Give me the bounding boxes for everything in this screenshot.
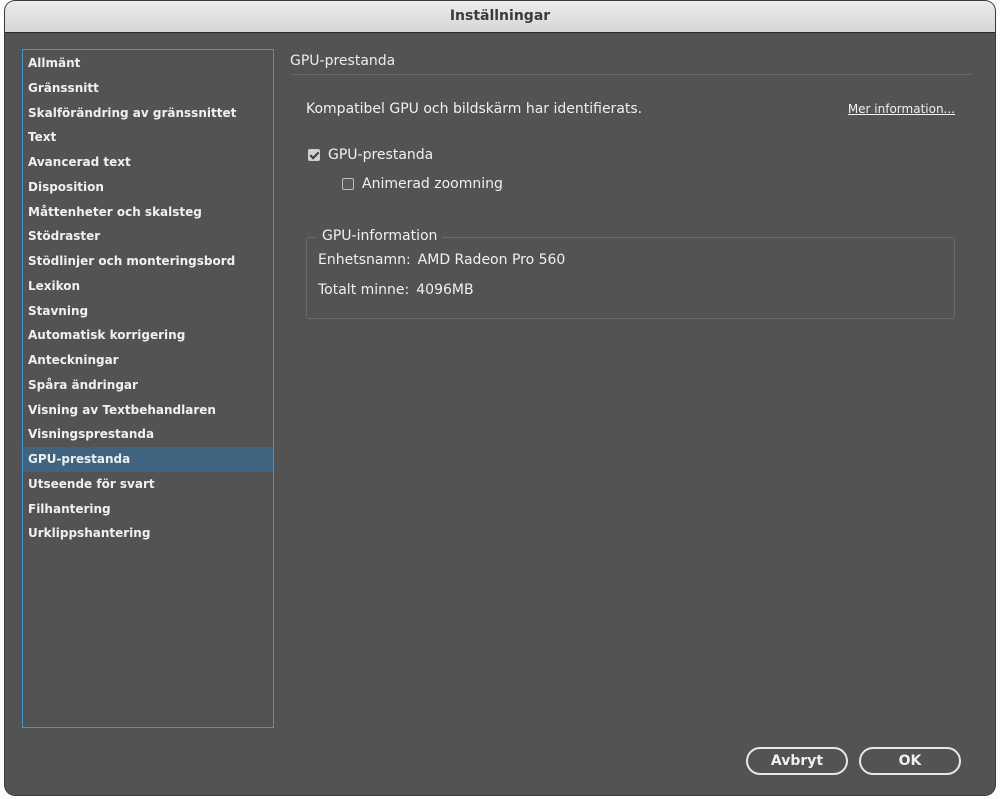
sidebar-item[interactable]: Gränssnitt [23,76,273,101]
sidebar-item[interactable]: Måttenheter och skalsteg [23,200,273,225]
sidebar-item[interactable]: Avancerad text [23,150,273,175]
animated-zoom-label[interactable]: Animerad zoomning [362,176,503,192]
device-name-value: AMD Radeon Pro 560 [417,252,566,268]
category-list[interactable]: Allmänt Gränssnitt Skalförändring av gräns… [22,49,274,728]
more-information-link[interactable]: Mer information... [848,102,955,116]
sidebar-item[interactable]: GPU-prestanda [23,447,273,472]
cancel-button[interactable]: Avbryt [746,747,848,775]
sidebar-item[interactable]: Utseende för svart [23,472,273,497]
sidebar-item[interactable]: Allmänt [23,51,273,76]
sidebar-item[interactable]: Urklippshantering [23,521,273,546]
gpu-information-legend: GPU-information [317,228,443,244]
sidebar-item[interactable]: Stödlinjer och monteringsbord [23,249,273,274]
sidebar-item[interactable]: Automatisk korrigering [23,323,273,348]
animated-zoom-checkbox[interactable] [342,178,354,190]
total-memory-value: 4096MB [416,282,474,298]
gpu-performance-label[interactable]: GPU-prestanda [328,147,433,163]
preferences-dialog: Inställningar Allmänt Gränssnitt Skalförän… [5,1,995,795]
sidebar-item[interactable]: Lexikon [23,274,273,299]
sidebar-item[interactable]: Disposition [23,175,273,200]
panel-divider [290,74,973,75]
gpu-status-text: Kompatibel GPU och bildskärm har identif… [306,101,643,117]
sidebar-item[interactable]: Spåra ändringar [23,373,273,398]
device-name-label: Enhetsnamn: [318,252,411,268]
gpu-information-group: GPU-information Enhetsnamn: AMD Radeon Pr… [306,228,955,319]
title-bar[interactable]: Inställningar [5,1,995,33]
animated-zoom-option[interactable]: Animerad zoomning [342,176,503,192]
device-name-row: Enhetsnamn: AMD Radeon Pro 560 [318,252,565,268]
sidebar-item[interactable]: Visningsprestanda [23,422,273,447]
sidebar-item[interactable]: Stödraster [23,224,273,249]
sidebar-item[interactable]: Stavning [23,299,273,324]
ok-button[interactable]: OK [859,747,961,775]
total-memory-label: Totalt minne: [318,282,410,298]
sidebar-item[interactable]: Visning av Textbehandlaren [23,398,273,423]
sidebar-item[interactable]: Filhantering [23,497,273,522]
window-title: Inställningar [449,8,551,24]
sidebar-item[interactable]: Anteckningar [23,348,273,373]
sidebar-item[interactable]: Text [23,125,273,150]
total-memory-row: Totalt minne: 4096MB [318,282,474,298]
sidebar-item[interactable]: Skalförändring av gränssnittet [23,101,273,126]
gpu-performance-option[interactable]: GPU-prestanda [308,147,433,163]
gpu-performance-checkbox[interactable] [308,149,320,161]
panel-title: GPU-prestanda [290,53,396,69]
